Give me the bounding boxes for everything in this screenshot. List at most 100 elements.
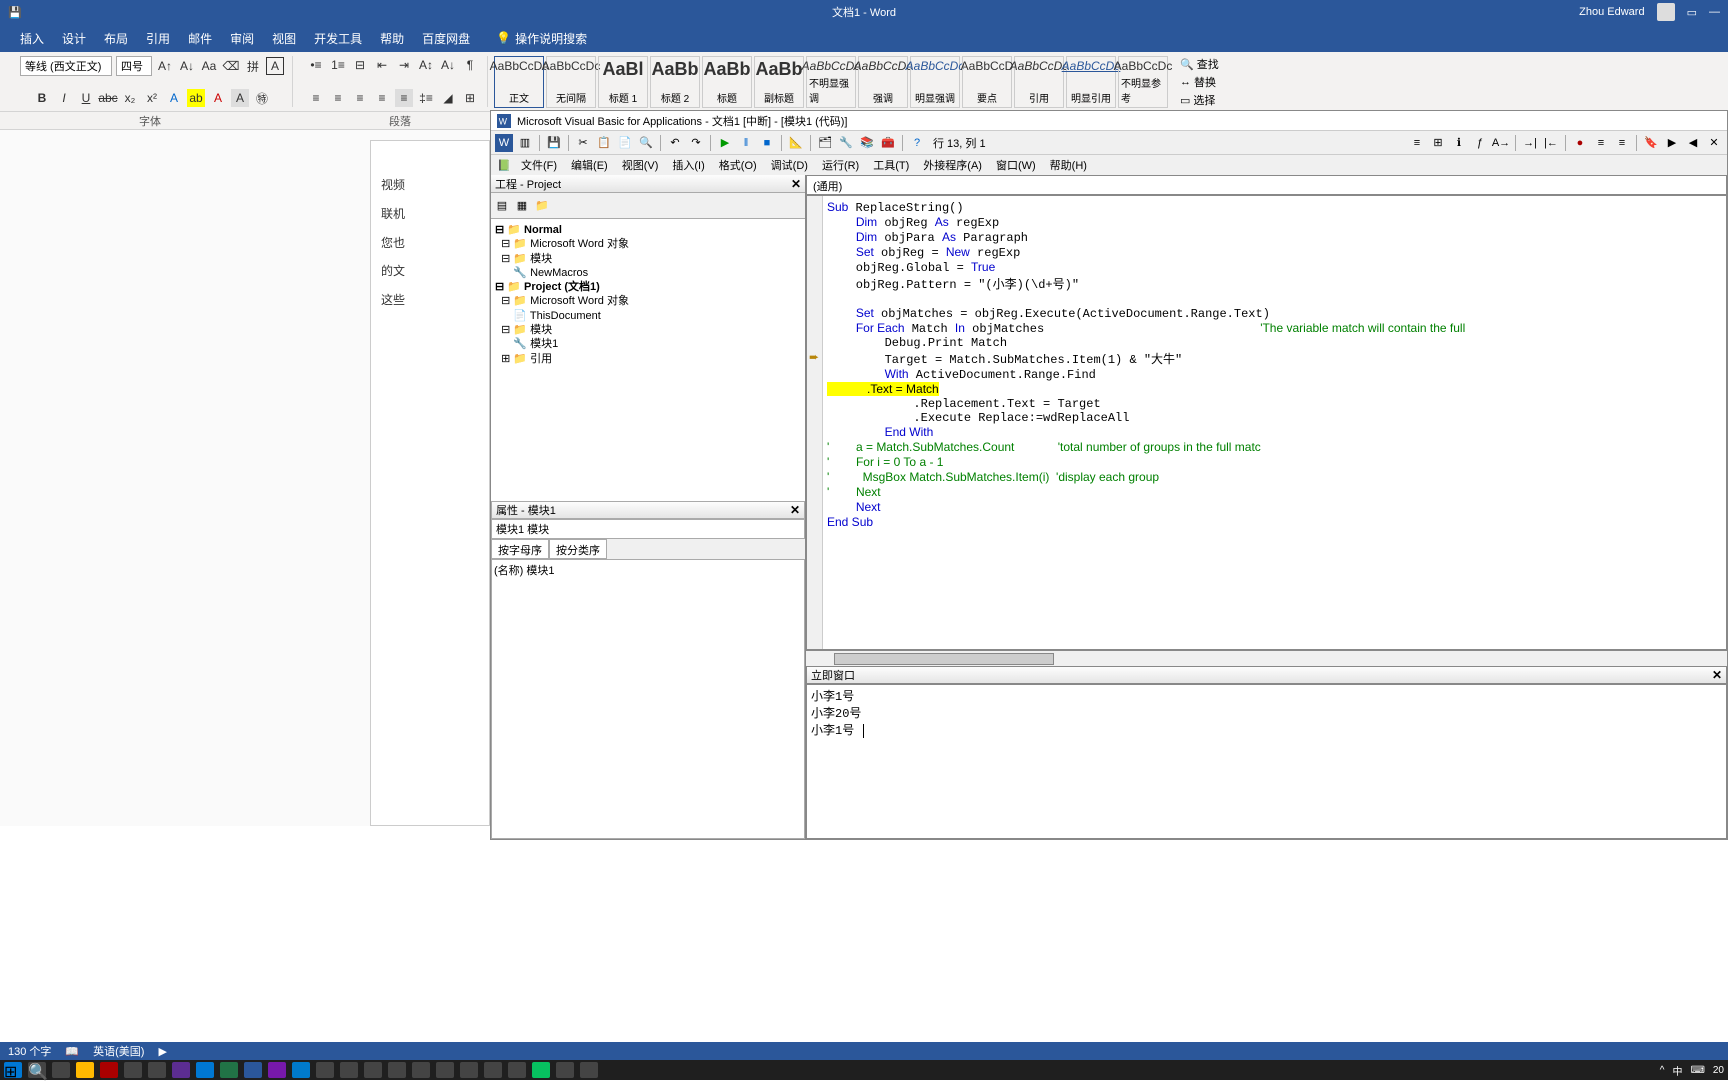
- immediate-title[interactable]: 立即窗口 ✕: [806, 666, 1727, 684]
- chrome-icon[interactable]: [124, 1062, 142, 1078]
- app-icon[interactable]: [148, 1062, 166, 1078]
- tray-chevron-icon[interactable]: ^: [1660, 1065, 1665, 1076]
- break-icon[interactable]: ‖: [737, 134, 755, 152]
- vba-excel-icon[interactable]: 📗: [495, 156, 513, 174]
- select-button[interactable]: ▭选择: [1180, 92, 1219, 108]
- tab-help[interactable]: 帮助: [380, 30, 404, 47]
- close-icon[interactable]: ✕: [790, 503, 800, 517]
- word-icon[interactable]: W: [495, 134, 513, 152]
- tab-references[interactable]: 引用: [146, 30, 170, 47]
- parameter-info-icon[interactable]: ƒ: [1471, 134, 1489, 152]
- tab-mail[interactable]: 邮件: [188, 30, 212, 47]
- tell-me[interactable]: 💡 操作说明搜索: [496, 30, 587, 47]
- show-marks-icon[interactable]: ¶: [461, 56, 479, 74]
- taskview-icon[interactable]: [52, 1062, 70, 1078]
- sort-icon[interactable]: A↓: [439, 56, 457, 74]
- app5-icon[interactable]: [460, 1062, 478, 1078]
- vba-titlebar[interactable]: W Microsoft Visual Basic for Application…: [491, 111, 1727, 131]
- tree-item[interactable]: 🔧 模块1: [495, 337, 801, 351]
- tree-item[interactable]: 📄 ThisDocument: [495, 309, 801, 323]
- spellcheck-icon[interactable]: 📖: [65, 1045, 79, 1058]
- grow-font-icon[interactable]: A↑: [156, 57, 174, 75]
- code-text[interactable]: Sub ReplaceString() Dim objReg As regExp…: [827, 200, 1465, 530]
- style-item[interactable]: AaBbCcDc无间隔: [546, 56, 596, 108]
- app3-icon[interactable]: [364, 1062, 382, 1078]
- properties-object-combo[interactable]: 模块1 模块: [491, 519, 805, 539]
- italic-icon[interactable]: I: [55, 89, 73, 107]
- vscode-icon[interactable]: [292, 1062, 310, 1078]
- quick-info-icon[interactable]: ℹ: [1450, 134, 1468, 152]
- input-icon[interactable]: ⌨: [1690, 1065, 1704, 1076]
- text-effects-icon[interactable]: A: [165, 89, 183, 107]
- prev-bookmark-icon[interactable]: ◀: [1684, 134, 1702, 152]
- project-tree[interactable]: ⊟ 📁 Normal ⊟ 📁 Microsoft Word 对象 ⊟ 📁 模块 …: [491, 219, 805, 501]
- menu-file[interactable]: 文件(F): [515, 157, 563, 173]
- user-name[interactable]: Zhou Edward: [1579, 6, 1644, 18]
- props-tab-alpha[interactable]: 按字母序: [491, 539, 549, 559]
- char-border-icon[interactable]: A: [266, 57, 284, 75]
- shrink-font-icon[interactable]: A↓: [178, 57, 196, 75]
- strike-icon[interactable]: abc: [99, 89, 117, 107]
- subscript-icon[interactable]: x₂: [121, 89, 139, 107]
- ribbon-opts-icon[interactable]: ▭: [1687, 6, 1697, 19]
- comment-icon[interactable]: ≡: [1592, 134, 1610, 152]
- menu-insert[interactable]: 插入(I): [666, 157, 710, 173]
- clock[interactable]: 20: [1713, 1065, 1724, 1076]
- language[interactable]: 英语(美国): [93, 1043, 144, 1059]
- replace-button[interactable]: ↔替换: [1180, 74, 1219, 90]
- menu-edit[interactable]: 编辑(E): [565, 157, 614, 173]
- obs-icon[interactable]: [388, 1062, 406, 1078]
- help-icon[interactable]: ?: [908, 134, 926, 152]
- style-item[interactable]: AaBbCcDc明显引用: [1066, 56, 1116, 108]
- props-tab-category[interactable]: 按分类序: [549, 539, 607, 559]
- borders-icon[interactable]: ⊞: [461, 89, 479, 107]
- menu-format[interactable]: 格式(O): [713, 157, 763, 173]
- store-icon[interactable]: [508, 1062, 526, 1078]
- undo-icon[interactable]: ↶: [666, 134, 684, 152]
- filezilla-icon[interactable]: [100, 1062, 118, 1078]
- project-explorer-icon[interactable]: 🗂: [816, 134, 834, 152]
- toggle-folders-icon[interactable]: 📁: [533, 197, 551, 215]
- tab-design[interactable]: 设计: [62, 30, 86, 47]
- word-icon[interactable]: [244, 1062, 262, 1078]
- uncomment-icon[interactable]: ≡: [1613, 134, 1631, 152]
- find-icon[interactable]: 🔍: [637, 134, 655, 152]
- outdent-icon[interactable]: |←: [1542, 134, 1560, 152]
- tab-view[interactable]: 视图: [272, 30, 296, 47]
- distributed-icon[interactable]: ≡: [395, 89, 413, 107]
- design-mode-icon[interactable]: 📐: [787, 134, 805, 152]
- app7-icon[interactable]: [580, 1062, 598, 1078]
- close-icon[interactable]: ✕: [1712, 668, 1722, 682]
- style-item[interactable]: AaBbCcDc引用: [1014, 56, 1064, 108]
- multilevel-icon[interactable]: ⊟: [351, 56, 369, 74]
- enclose-char-icon[interactable]: ㊕: [253, 89, 271, 107]
- indent-icon[interactable]: →|: [1521, 134, 1539, 152]
- search-icon[interactable]: 🔍: [28, 1062, 46, 1078]
- tree-item[interactable]: ⊟ 📁 模块: [495, 323, 801, 337]
- properties-grid[interactable]: (名称) 模块1: [491, 559, 805, 839]
- menu-window[interactable]: 窗口(W): [990, 157, 1042, 173]
- view-object-icon[interactable]: ▦: [513, 197, 531, 215]
- style-item[interactable]: AaBbCcDc不明显强调: [806, 56, 856, 108]
- horizontal-scrollbar[interactable]: [806, 650, 1727, 666]
- scrollbar-thumb[interactable]: [834, 653, 1054, 665]
- font-size[interactable]: 四号: [116, 56, 152, 76]
- explorer-icon[interactable]: [76, 1062, 94, 1078]
- style-item[interactable]: AaBbCcD要点: [962, 56, 1012, 108]
- font-name[interactable]: 等线 (西文正文): [20, 56, 112, 76]
- vs-icon[interactable]: [172, 1062, 190, 1078]
- app6-icon[interactable]: [556, 1062, 574, 1078]
- reset-icon[interactable]: ■: [758, 134, 776, 152]
- text-direction-icon[interactable]: A↕: [417, 56, 435, 74]
- shading-icon[interactable]: ◢: [439, 89, 457, 107]
- minimize-icon[interactable]: —: [1709, 6, 1720, 18]
- save-icon[interactable]: 💾: [545, 134, 563, 152]
- justify-icon[interactable]: ≡: [373, 89, 391, 107]
- style-item[interactable]: AaBb标题: [702, 56, 752, 108]
- outdent-icon[interactable]: ⇤: [373, 56, 391, 74]
- superscript-icon[interactable]: x²: [143, 89, 161, 107]
- bookmark-icon[interactable]: 🔖: [1642, 134, 1660, 152]
- start-icon[interactable]: ⊞: [4, 1062, 22, 1078]
- menu-view[interactable]: 视图(V): [616, 157, 665, 173]
- immediate-window[interactable]: 小李1号 小李20号 小李1号: [806, 684, 1727, 839]
